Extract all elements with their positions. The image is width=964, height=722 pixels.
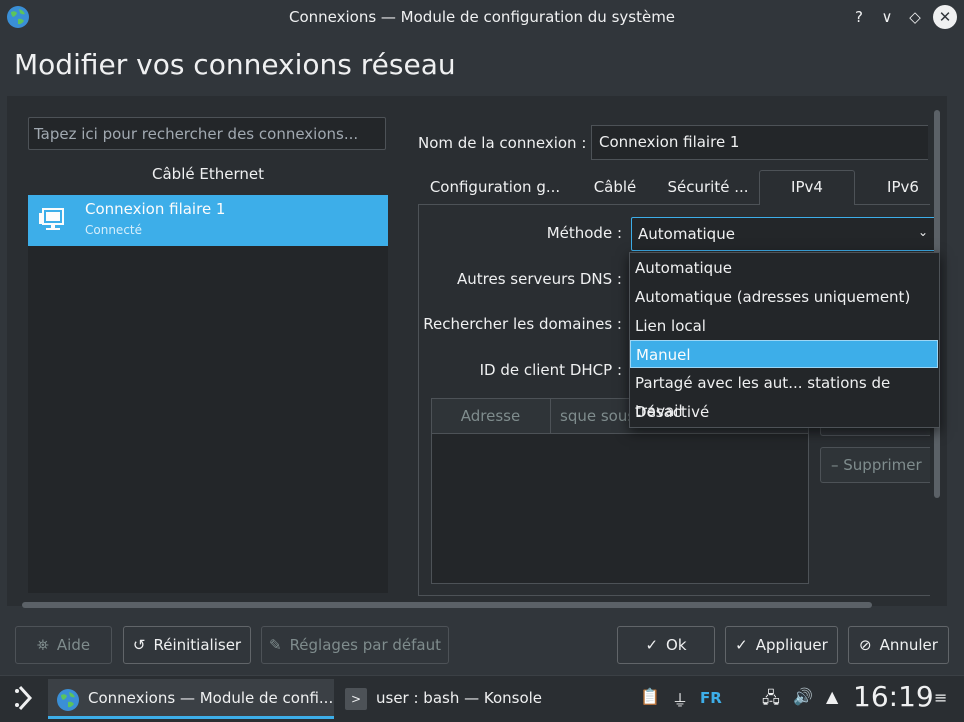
undo-icon: ↺	[132, 636, 146, 654]
network-icon[interactable]: 🖧	[762, 687, 780, 714]
reset-button[interactable]: ↺ Réinitialiser	[123, 626, 251, 664]
menu-icon[interactable]: ≡	[934, 688, 947, 707]
dns-label: Autres serveurs DNS :	[457, 270, 622, 288]
horizontal-scrollbar[interactable]	[22, 602, 872, 608]
help-button[interactable]: ⛯ Aide	[15, 626, 112, 664]
task-connexions-label: Connexions — Module de confi...	[88, 689, 334, 707]
ok-button[interactable]: ✓ Ok	[617, 626, 715, 664]
window-title: Connexions — Module de configuration du …	[288, 8, 676, 26]
connection-name-field[interactable]: Connexion filaire 1	[591, 125, 928, 160]
check-icon: ✓	[645, 636, 659, 654]
tab-ipv6[interactable]: IPv6	[870, 171, 936, 204]
help-icon[interactable]: ?	[848, 6, 870, 28]
maximize-icon[interactable]: ◇	[904, 6, 926, 28]
minus-icon: –	[831, 456, 839, 474]
ok-button-label: Ok	[666, 636, 687, 654]
cancel-button-label: Annuler	[879, 636, 938, 654]
page-title: Modifier vos connexions réseau	[14, 48, 456, 81]
column-netmask[interactable]: sque sous	[560, 399, 635, 433]
document-edit-icon: ✎	[268, 636, 282, 654]
option-shared[interactable]: Partagé avec les aut... stations de trav…	[630, 369, 938, 420]
column-address[interactable]: Adresse	[431, 399, 551, 433]
dhcp-label: ID de client DHCP :	[479, 361, 622, 379]
tab-wired[interactable]: Câblé	[578, 171, 652, 204]
check-icon: ✓	[735, 636, 748, 654]
usb-device-icon[interactable]: ⏚	[672, 687, 688, 711]
remove-label: Supprimer	[843, 456, 922, 474]
volume-icon[interactable]: 🔊	[793, 687, 813, 706]
clipboard-icon[interactable]: 📋	[640, 687, 660, 706]
defaults-button[interactable]: ✎ Réglages par défaut	[261, 626, 449, 664]
task-konsole-label: user : bash — Konsole	[376, 689, 543, 707]
clock[interactable]: 16:19	[853, 680, 934, 713]
defaults-button-label: Réglages par défaut	[289, 636, 442, 654]
remove-button[interactable]: – Supprimer	[820, 447, 930, 483]
help-button-label: Aide	[56, 636, 91, 654]
cancel-button[interactable]: ⊘ Annuler	[848, 626, 949, 664]
wired-network-icon	[39, 208, 64, 230]
application-launcher-icon[interactable]	[8, 681, 42, 715]
section-header: Câblé Ethernet	[152, 165, 264, 183]
lifebuoy-icon: ⛯	[36, 636, 49, 654]
connection-status: Connecté	[85, 223, 142, 237]
apply-button[interactable]: ✓ Appliquer	[725, 626, 838, 664]
domains-label: Rechercher les domaines :	[423, 315, 622, 333]
search-input[interactable]	[28, 117, 386, 150]
option-automatic[interactable]: Automatique	[630, 254, 938, 282]
option-disabled[interactable]: Désactivé	[630, 398, 938, 426]
reset-button-label: Réinitialiser	[153, 636, 242, 654]
option-link-local[interactable]: Lien local	[630, 312, 938, 340]
connection-name: Connexion filaire 1	[85, 200, 226, 218]
chevron-down-icon: ⌄	[918, 225, 929, 239]
tab-ipv4[interactable]: IPv4	[759, 171, 855, 204]
connection-name-label: Nom de la connexion :	[418, 134, 587, 152]
terminal-icon: >	[345, 688, 367, 710]
tray-expand-icon[interactable]: ▲	[826, 687, 838, 706]
option-manual[interactable]: Manuel	[630, 340, 938, 368]
globe-icon	[57, 689, 79, 711]
tab-security[interactable]: Sécurité ...	[662, 171, 754, 204]
cancel-icon: ⊘	[859, 636, 872, 654]
method-label: Méthode :	[546, 224, 622, 242]
option-automatic-addresses[interactable]: Automatique (adresses uniquement)	[630, 283, 938, 311]
apply-button-label: Appliquer	[755, 636, 828, 654]
tab-general[interactable]: Configuration g...	[420, 171, 570, 204]
method-select[interactable]: Automatique	[631, 217, 936, 251]
minimize-icon[interactable]: ∨	[876, 6, 898, 28]
keyboard-layout[interactable]: FR	[700, 689, 722, 707]
connection-list[interactable]	[28, 195, 388, 593]
close-button[interactable]: ✕	[933, 5, 957, 29]
